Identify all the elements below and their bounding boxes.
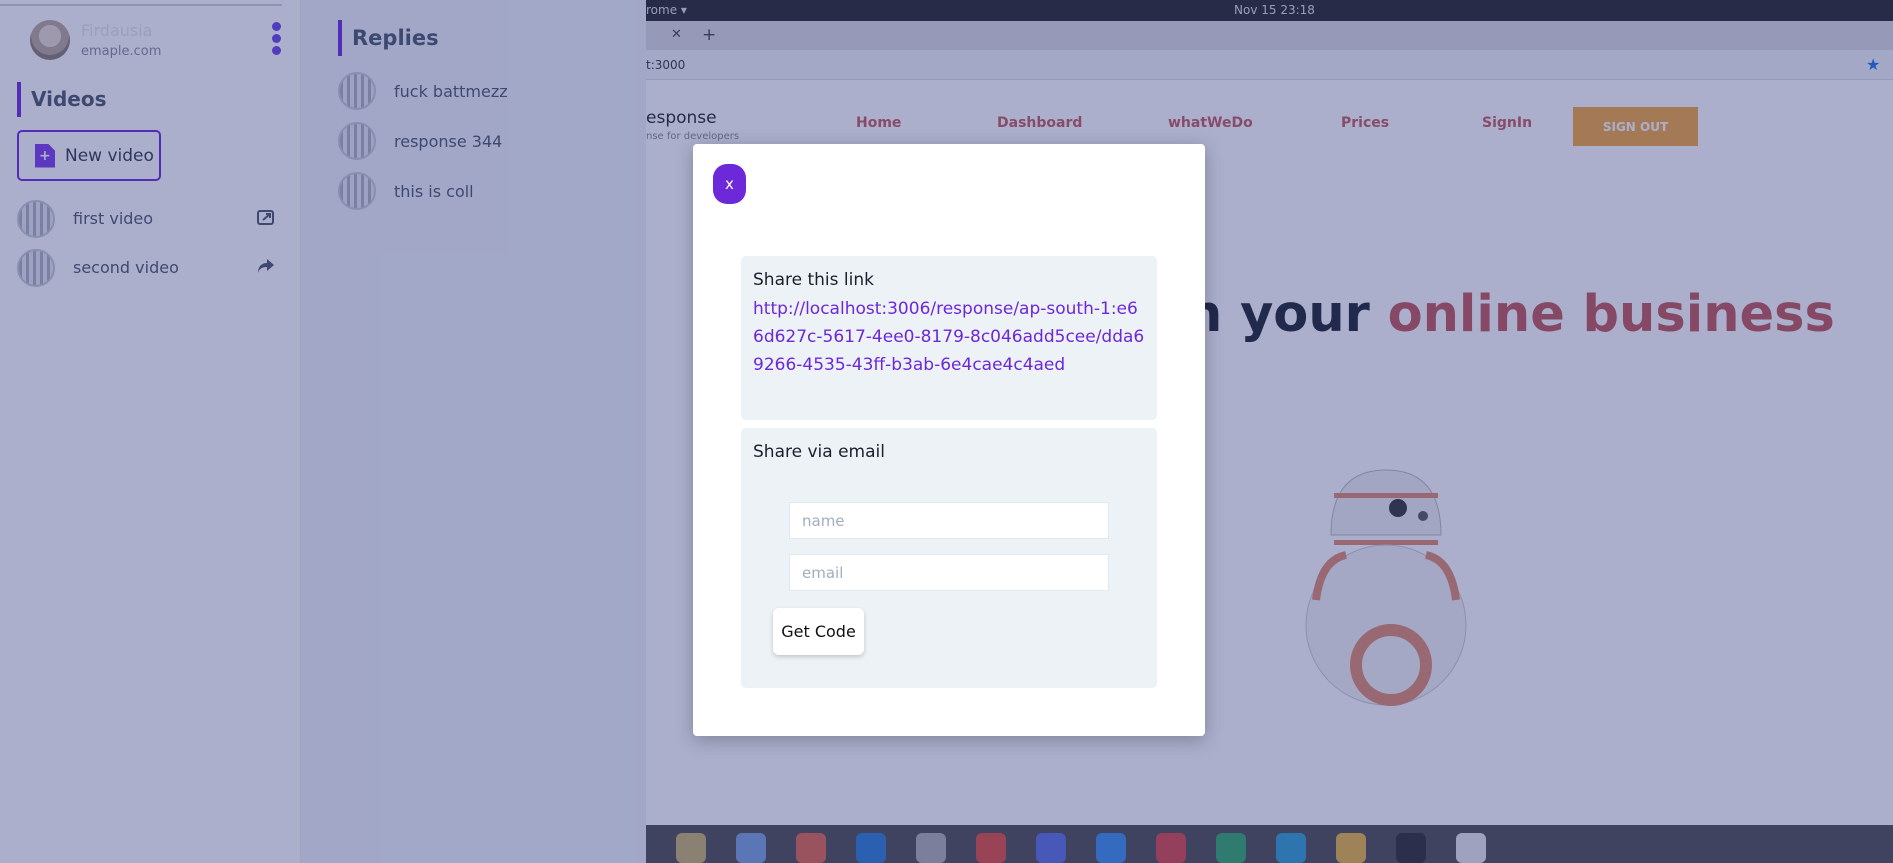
email-field[interactable] bbox=[789, 554, 1109, 591]
share-email-card: Share via email Get Code bbox=[741, 428, 1157, 688]
get-code-button[interactable]: Get Code bbox=[773, 608, 864, 655]
share-link-card: Share this link http://localhost:3006/re… bbox=[741, 256, 1157, 420]
name-field[interactable] bbox=[789, 502, 1109, 539]
share-email-heading: Share via email bbox=[753, 442, 885, 462]
share-modal: x Share this link http://localhost:3006/… bbox=[693, 144, 1205, 736]
share-link-heading: Share this link bbox=[753, 270, 874, 290]
share-link-url[interactable]: http://localhost:3006/response/ap-south-… bbox=[753, 295, 1145, 379]
close-button[interactable]: x bbox=[713, 164, 746, 204]
